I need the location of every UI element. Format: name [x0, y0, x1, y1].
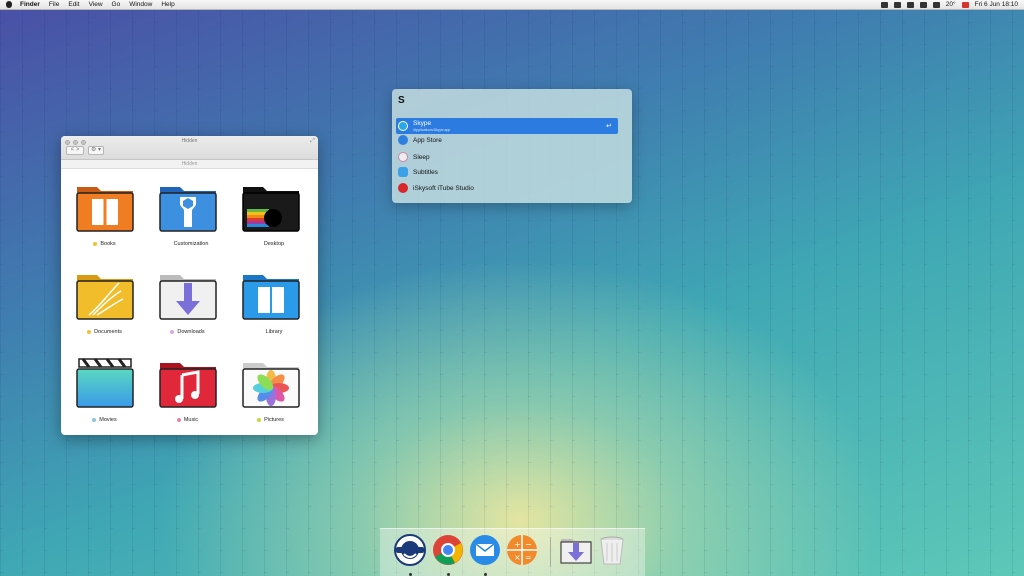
status-tools-icon[interactable]: [932, 1, 940, 8]
svg-text:−: −: [525, 540, 532, 549]
books-folder-icon: [75, 181, 135, 233]
documents-folder-icon: [75, 269, 135, 321]
downloads-folder-icon: [158, 269, 218, 321]
spotlight-result-subtitles[interactable]: Subtitles: [396, 165, 618, 179]
folder-desktop[interactable]: Desktop: [229, 177, 312, 265]
folder-label: Pictures: [264, 417, 284, 423]
folder-label: Library: [265, 329, 283, 335]
folder-label: Desktop: [263, 241, 285, 247]
forward-button[interactable]: >: [76, 147, 80, 153]
status-x-icon[interactable]: [893, 1, 901, 8]
tag-dot: [176, 418, 181, 422]
result-subtitle: /Applications/Skype.app: [413, 128, 451, 132]
menu-go[interactable]: Go: [112, 0, 121, 10]
spotlight-query[interactable]: S: [398, 95, 405, 106]
folder-movies[interactable]: Movies: [63, 353, 146, 435]
folder-label: Books: [100, 241, 116, 247]
weather-temperature[interactable]: 20°: [946, 0, 956, 10]
folder-customization[interactable]: Customization: [146, 177, 229, 265]
laughing-man-icon[interactable]: [394, 534, 426, 566]
folder-documents[interactable]: Documents: [63, 265, 146, 353]
return-key-icon: ↵: [606, 123, 612, 130]
app-store-icon: [398, 135, 408, 145]
action-button[interactable]: ⚙ ▾: [88, 146, 104, 155]
menu-window[interactable]: Window: [129, 0, 152, 10]
tag-dot: [257, 418, 262, 422]
library-folder-icon: [241, 269, 301, 321]
menu-file[interactable]: File: [49, 0, 59, 10]
tag-dot: [87, 330, 92, 334]
downloads-stack-icon[interactable]: [560, 534, 592, 566]
result-label: Sleep: [413, 153, 430, 161]
customization-folder-icon: [158, 181, 218, 233]
window-title: Hidden: [181, 138, 198, 144]
menu-view[interactable]: View: [89, 0, 103, 10]
back-button[interactable]: <: [71, 147, 75, 153]
menu-app-name[interactable]: Finder: [20, 0, 40, 10]
folder-grid: Books Customization Desktop Documents Do…: [61, 169, 318, 435]
result-label: Skype: [413, 119, 432, 127]
status-display-icon[interactable]: [919, 1, 927, 8]
folder-label: Movies: [99, 417, 117, 423]
tag-dot: [92, 418, 97, 422]
music-folder-icon: [158, 357, 218, 409]
spotlight-result-skype[interactable]: Skype /Applications/Skype.app ↵: [396, 118, 618, 134]
dock-separator: [550, 537, 551, 567]
itube-icon: [398, 183, 408, 193]
menu-edit[interactable]: Edit: [68, 0, 79, 10]
svg-text:+: +: [514, 540, 521, 549]
tag-dot: [170, 330, 175, 334]
folder-books[interactable]: Books: [63, 177, 146, 265]
trash-icon[interactable]: [596, 534, 628, 566]
subtitles-icon: [398, 167, 408, 177]
spotlight-result-app-store[interactable]: App Store: [396, 133, 618, 147]
result-label: Subtitles: [413, 168, 438, 176]
tag-dot: [166, 242, 171, 246]
spotlight-result-itube[interactable]: iSkysoft iTube Studio: [396, 181, 618, 195]
clock[interactable]: Fri 6 Jun 18:10: [975, 0, 1018, 10]
path-title: Hidden: [61, 160, 318, 169]
folder-downloads[interactable]: Downloads: [146, 265, 229, 353]
folder-label: Music: [183, 417, 199, 423]
menu-bar: Finder File Edit View Go Window Help 20°…: [0, 0, 1024, 10]
status-box-icon[interactable]: [880, 1, 888, 8]
svg-text:=: =: [525, 553, 532, 562]
folder-label: Downloads: [177, 329, 205, 335]
dock: + − × =: [380, 528, 645, 576]
fullscreen-icon[interactable]: ⤢: [310, 138, 315, 145]
mail-icon[interactable]: [469, 534, 501, 566]
spotlight-result-sleep[interactable]: Sleep: [396, 150, 618, 164]
folder-library[interactable]: Library: [229, 265, 312, 353]
chrome-icon[interactable]: [432, 534, 464, 566]
result-label: App Store: [413, 136, 442, 144]
movies-folder-icon: [75, 357, 135, 409]
tag-dot: [258, 330, 263, 334]
folder-label: Documents: [94, 329, 122, 335]
apple-icon[interactable]: [6, 1, 12, 8]
folder-music[interactable]: Music: [146, 353, 229, 435]
result-label: iSkysoft iTube Studio: [413, 184, 474, 192]
svg-text:×: ×: [514, 553, 521, 562]
pictures-folder-icon: [241, 357, 301, 409]
finder-window: Hidden < > ⚙ ▾ ⤢ Hidden Books Customizat…: [61, 136, 318, 435]
back-forward-buttons[interactable]: < >: [66, 146, 84, 155]
calculator-icon[interactable]: + − × =: [506, 534, 538, 566]
finder-titlebar[interactable]: Hidden < > ⚙ ▾ ⤢: [61, 136, 318, 160]
spotlight-panel: S Skype /Applications/Skype.app ↵ App St…: [392, 89, 632, 203]
menu-help[interactable]: Help: [161, 0, 174, 10]
folder-label: Customization: [173, 241, 209, 247]
skype-icon: [398, 121, 408, 131]
folder-pictures[interactable]: Pictures: [229, 353, 312, 435]
tag-dot: [256, 242, 261, 246]
calendar-icon[interactable]: [961, 1, 969, 8]
tag-dot: [93, 242, 98, 246]
sleep-icon: [398, 152, 408, 162]
status-doc-icon[interactable]: [906, 1, 914, 8]
desktop-folder-icon: [241, 181, 301, 233]
